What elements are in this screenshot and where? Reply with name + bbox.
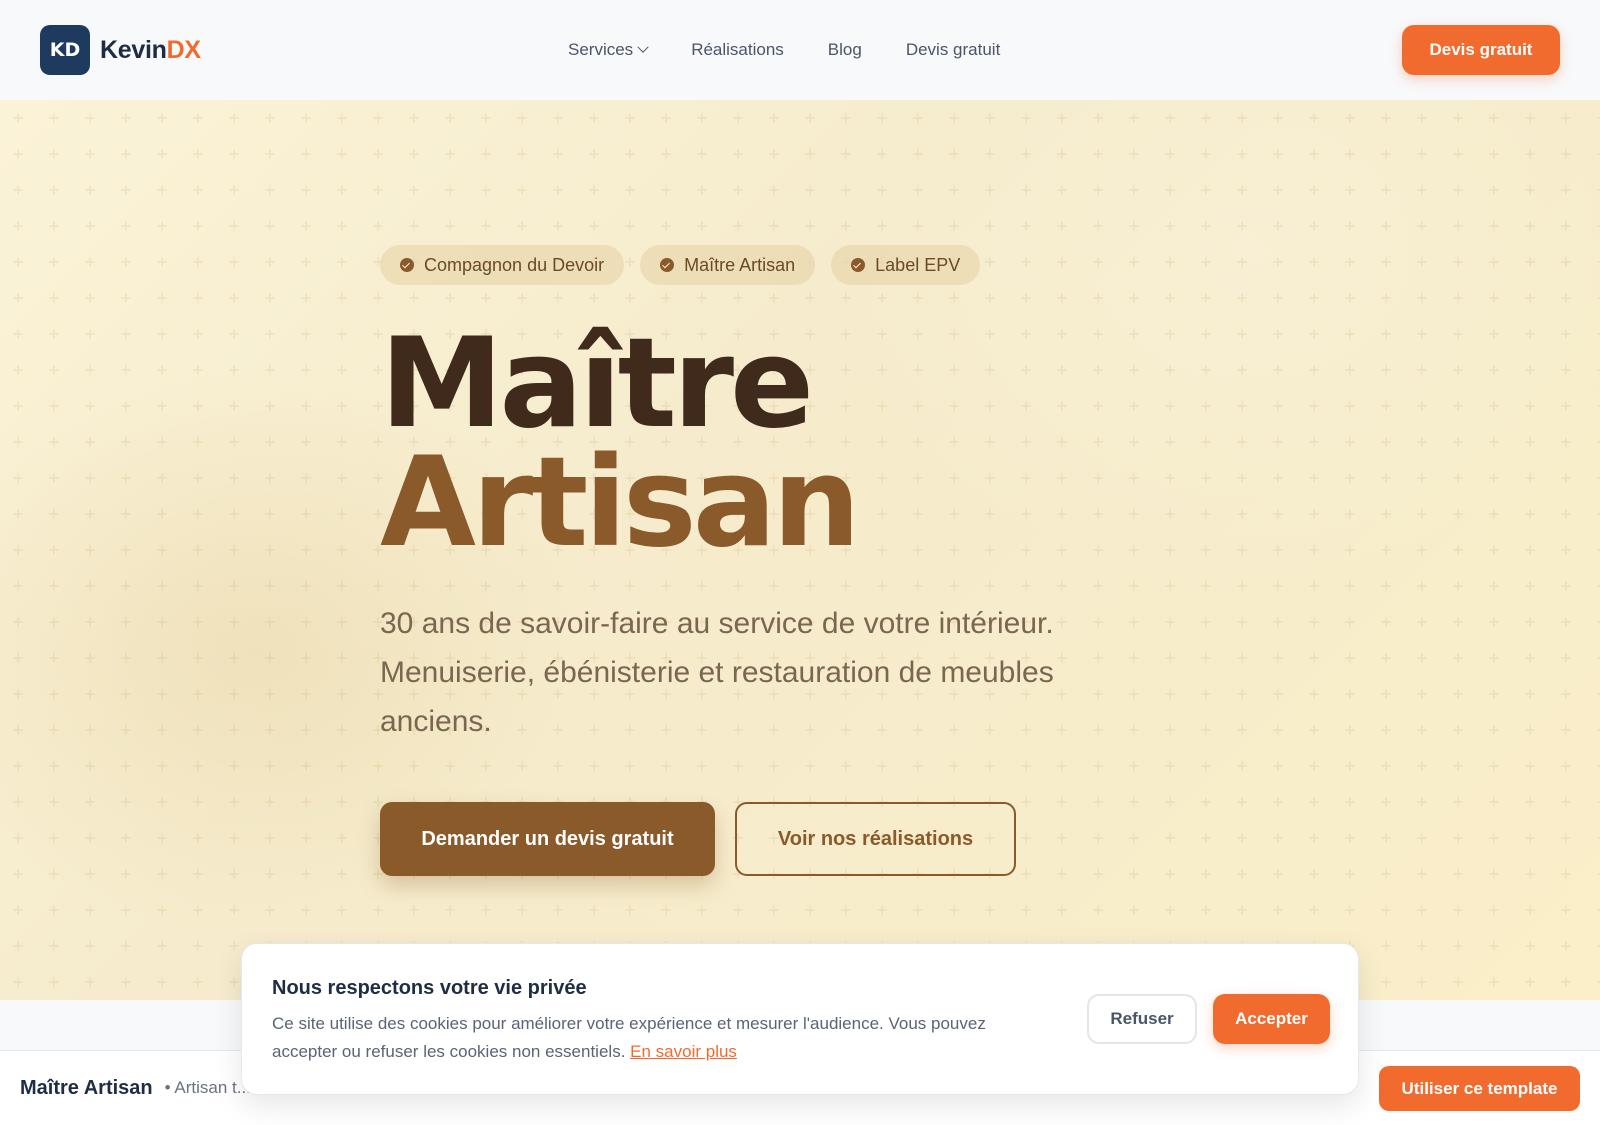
nav-item-label: Devis gratuit — [905, 40, 1001, 59]
accept-cookies-button[interactable]: Accepter — [1213, 994, 1330, 1044]
check-badge-icon — [400, 258, 414, 272]
template-title: Maître Artisan — [20, 1076, 153, 1099]
request-quote-button[interactable]: Demander un devis gratuit — [380, 802, 715, 877]
cookie-text: Ce site utilise des cookies pour amélior… — [272, 1010, 1012, 1066]
nav-item-label: Services — [568, 40, 634, 59]
logo-accent: DX — [166, 35, 201, 64]
hero-section: Compagnon du Devoir Maître Artisan Label… — [0, 100, 1600, 1000]
page: KD KevinDX Services Réalisations Blog De… — [0, 0, 1600, 1125]
site-header: KD KevinDX Services Réalisations Blog De… — [0, 0, 1600, 100]
header-quote-button[interactable]: Devis gratuit — [1402, 25, 1560, 75]
logo-text: KevinDX — [100, 36, 201, 65]
nav-item-realisations[interactable]: Réalisations — [691, 40, 784, 60]
chevron-down-icon — [637, 41, 649, 53]
badge-compagnon: Compagnon du Devoir — [380, 245, 625, 285]
badge-label: Maître Artisan — [684, 254, 796, 275]
logo[interactable]: KD KevinDX — [40, 25, 201, 75]
check-badge-icon — [660, 258, 675, 272]
badge-label: Label EPV — [875, 254, 961, 275]
badge-list: Compagnon du Devoir Maître Artisan Label… — [380, 245, 1180, 285]
nav-item-label: Blog — [827, 40, 862, 59]
hero-content: Compagnon du Devoir Maître Artisan Label… — [380, 245, 1180, 877]
logo-name: Kevin — [100, 35, 167, 64]
use-template-button[interactable]: Utiliser ce template — [1379, 1066, 1580, 1111]
hero-title: Maître Artisan — [380, 312, 1180, 576]
hero-subtitle: 30 ans de savoir-faire au service de vot… — [380, 607, 1054, 739]
check-badge-icon — [851, 258, 866, 272]
badge-label-epv: Label EPV — [831, 245, 981, 285]
cookie-title: Nous respectons votre vie privée — [272, 977, 587, 999]
logo-badge: KD — [40, 25, 90, 75]
hero-cta-row: Demander un devis gratuit Voir nos réali… — [380, 802, 1180, 877]
hero-title-line1: Maître — [380, 312, 814, 456]
learn-more-link[interactable]: En savoir plus — [630, 1042, 737, 1061]
hero-title-line2: Artisan — [380, 431, 861, 576]
badge-label: Compagnon du Devoir — [424, 254, 605, 275]
template-subtitle: • Artisan t... — [164, 1078, 251, 1097]
badge-maitre-artisan: Maître Artisan — [640, 245, 816, 285]
nav-item-label: Réalisations — [691, 40, 784, 59]
refuse-cookies-button[interactable]: Refuser — [1087, 994, 1197, 1044]
nav-item-blog[interactable]: Blog — [828, 40, 862, 60]
nav-item-services[interactable]: Services — [568, 40, 649, 60]
cookie-body: Ce site utilise des cookies pour amélior… — [272, 1014, 986, 1061]
cookie-banner: Nous respectons votre vie privée Ce site… — [241, 943, 1359, 1095]
main-nav: Services Réalisations Blog Devis gratuit — [568, 0, 1000, 100]
view-projects-button[interactable]: Voir nos réalisations — [735, 802, 1016, 877]
nav-item-devis[interactable]: Devis gratuit — [906, 40, 1000, 60]
